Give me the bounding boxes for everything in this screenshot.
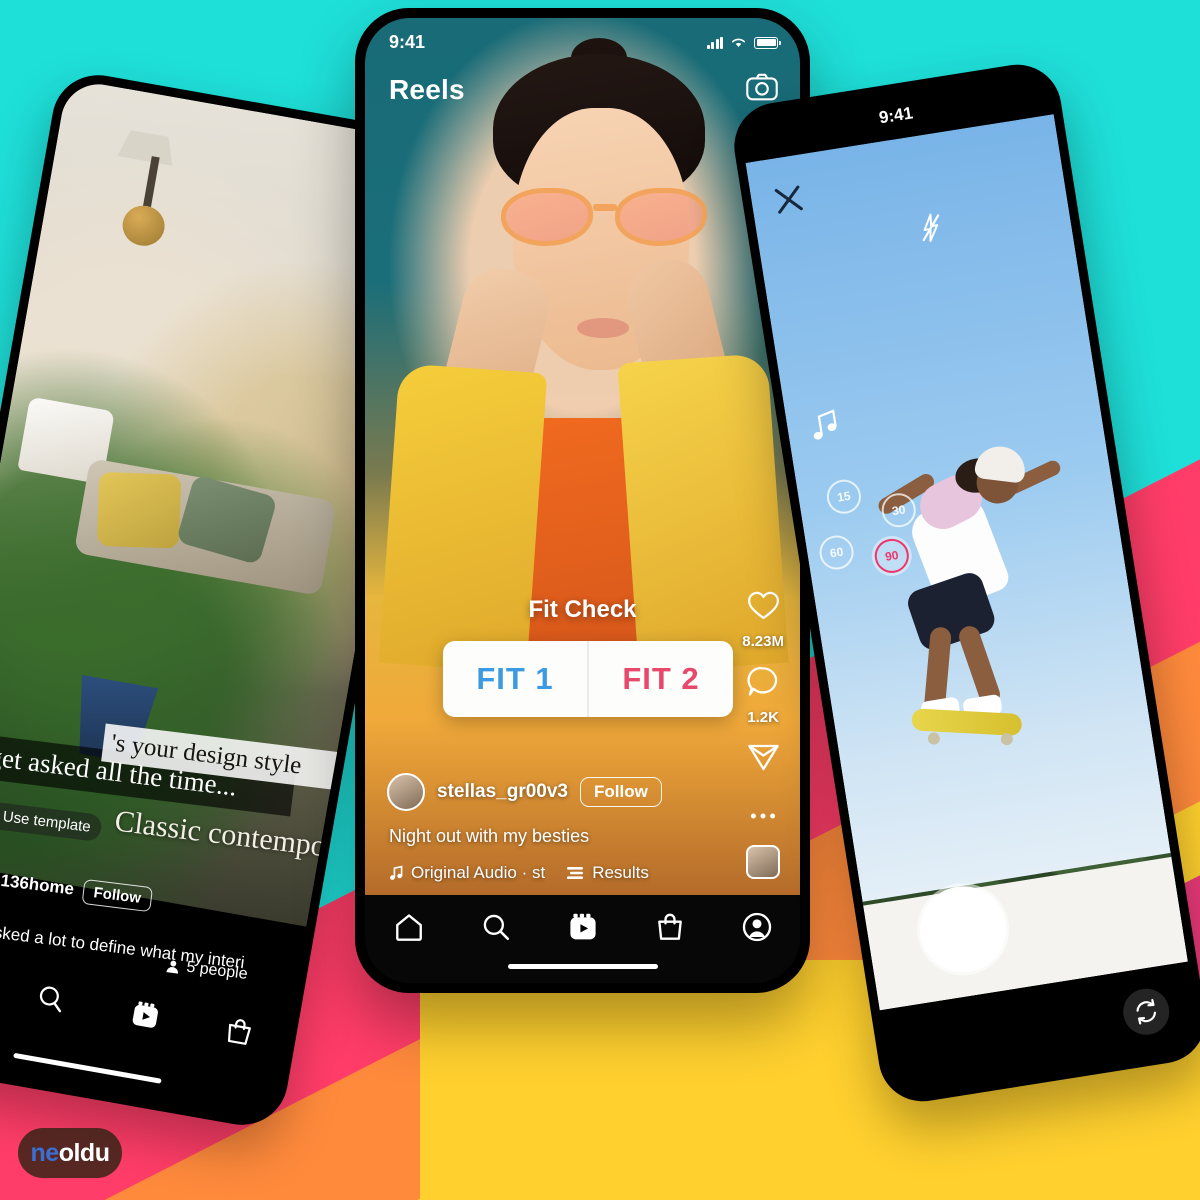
center-camera-button[interactable] [746, 73, 778, 106]
center-side-actions: 8.23M 1.2K [742, 590, 784, 879]
center-home-indicator [507, 964, 658, 969]
duration-option-15[interactable]: 15 [824, 477, 864, 517]
duration-option-90[interactable]: 90 [872, 536, 912, 576]
shop-icon[interactable] [222, 1014, 257, 1049]
glasses-bridge [593, 204, 617, 211]
search-icon[interactable] [480, 911, 512, 943]
center-audio-text: Original Audio · st [411, 863, 546, 882]
center-top-bar: 9:41 Reels [365, 18, 800, 118]
center-bottom-nav [365, 895, 800, 983]
skater-helmet [973, 443, 1028, 484]
profile-icon[interactable] [741, 911, 773, 943]
comment-button[interactable] [747, 666, 779, 702]
lips [577, 318, 629, 338]
poll-widget: FIT 1 FIT 2 [443, 641, 733, 717]
center-caption: Night out with my besties [389, 826, 590, 846]
page-title: Reels [389, 73, 465, 105]
lens-right [615, 188, 707, 246]
left-follow-button[interactable]: Follow [81, 878, 154, 912]
poll-option-1[interactable]: FIT 1 [443, 661, 587, 697]
like-count: 8.23M [742, 633, 784, 650]
lens-left [501, 188, 593, 246]
watermark-text-secondary: oldu [58, 1138, 110, 1167]
poll-option-2[interactable]: FIT 2 [589, 661, 733, 697]
wifi-icon [731, 38, 746, 47]
shop-icon[interactable] [654, 911, 686, 943]
duration-option-60[interactable]: 60 [817, 533, 857, 572]
use-template-label: Use template [1, 808, 92, 836]
center-status-time: 9:41 [389, 32, 426, 52]
avatar[interactable] [387, 773, 425, 811]
music-note-icon [390, 865, 403, 880]
flip-camera-icon[interactable] [1119, 985, 1173, 1039]
like-button[interactable] [747, 590, 780, 626]
center-user-row[interactable]: stellas_gr00v3 Follow [387, 773, 662, 811]
skateboard-wheel [927, 731, 941, 746]
duration-selector: 15 30 60 90 [804, 461, 950, 590]
center-audio-row[interactable]: Original Audio · st [389, 863, 545, 883]
more-options-button[interactable] [750, 807, 776, 825]
center-results-label: Results [592, 863, 649, 882]
yellow-jacket-left [378, 363, 548, 673]
music-note-icon[interactable] [807, 408, 842, 449]
results-bars-icon [567, 867, 584, 879]
share-button[interactable] [747, 742, 780, 777]
reels-icon[interactable] [128, 998, 163, 1033]
center-results-button[interactable]: Results [567, 863, 649, 883]
search-icon[interactable] [34, 981, 69, 1016]
center-phone-screen: 9:41 Reels Fit Check FIT 1 FIT 2 stellas… [365, 18, 800, 983]
center-header-row: Reels [389, 73, 778, 106]
duration-option-30[interactable]: 30 [879, 490, 919, 530]
watermark-text-primary: ne [30, 1138, 60, 1167]
reels-icon[interactable] [567, 911, 599, 943]
center-username[interactable]: stellas_gr00v3 [437, 781, 568, 803]
center-status-bar: 9:41 [389, 32, 781, 53]
pillow-yellow [96, 471, 182, 549]
pendant-lamp [142, 156, 160, 209]
right-status-time: 9:41 [877, 103, 915, 128]
center-bottom-meta-row: Original Audio · st Results [389, 863, 649, 883]
lamp-shade [117, 129, 177, 166]
audio-thumbnail[interactable] [746, 845, 781, 879]
comment-count: 1.2K [747, 709, 779, 726]
signal-bars-icon [706, 36, 723, 49]
poll-question: Fit Check [528, 596, 637, 623]
close-x-icon[interactable] [772, 182, 807, 221]
screenshot-stage: I get asked all the time... 's your desi… [0, 0, 1200, 1200]
left-username[interactable]: 136home [0, 871, 75, 900]
watermark-logo: ne oldu [18, 1128, 122, 1178]
flash-off-icon[interactable] [916, 211, 947, 250]
skateboard [911, 708, 1023, 737]
home-icon[interactable] [393, 911, 425, 943]
sunglasses [501, 188, 707, 250]
battery-icon [754, 36, 781, 49]
center-follow-button[interactable]: Follow [580, 777, 662, 807]
person-icon [166, 960, 179, 974]
